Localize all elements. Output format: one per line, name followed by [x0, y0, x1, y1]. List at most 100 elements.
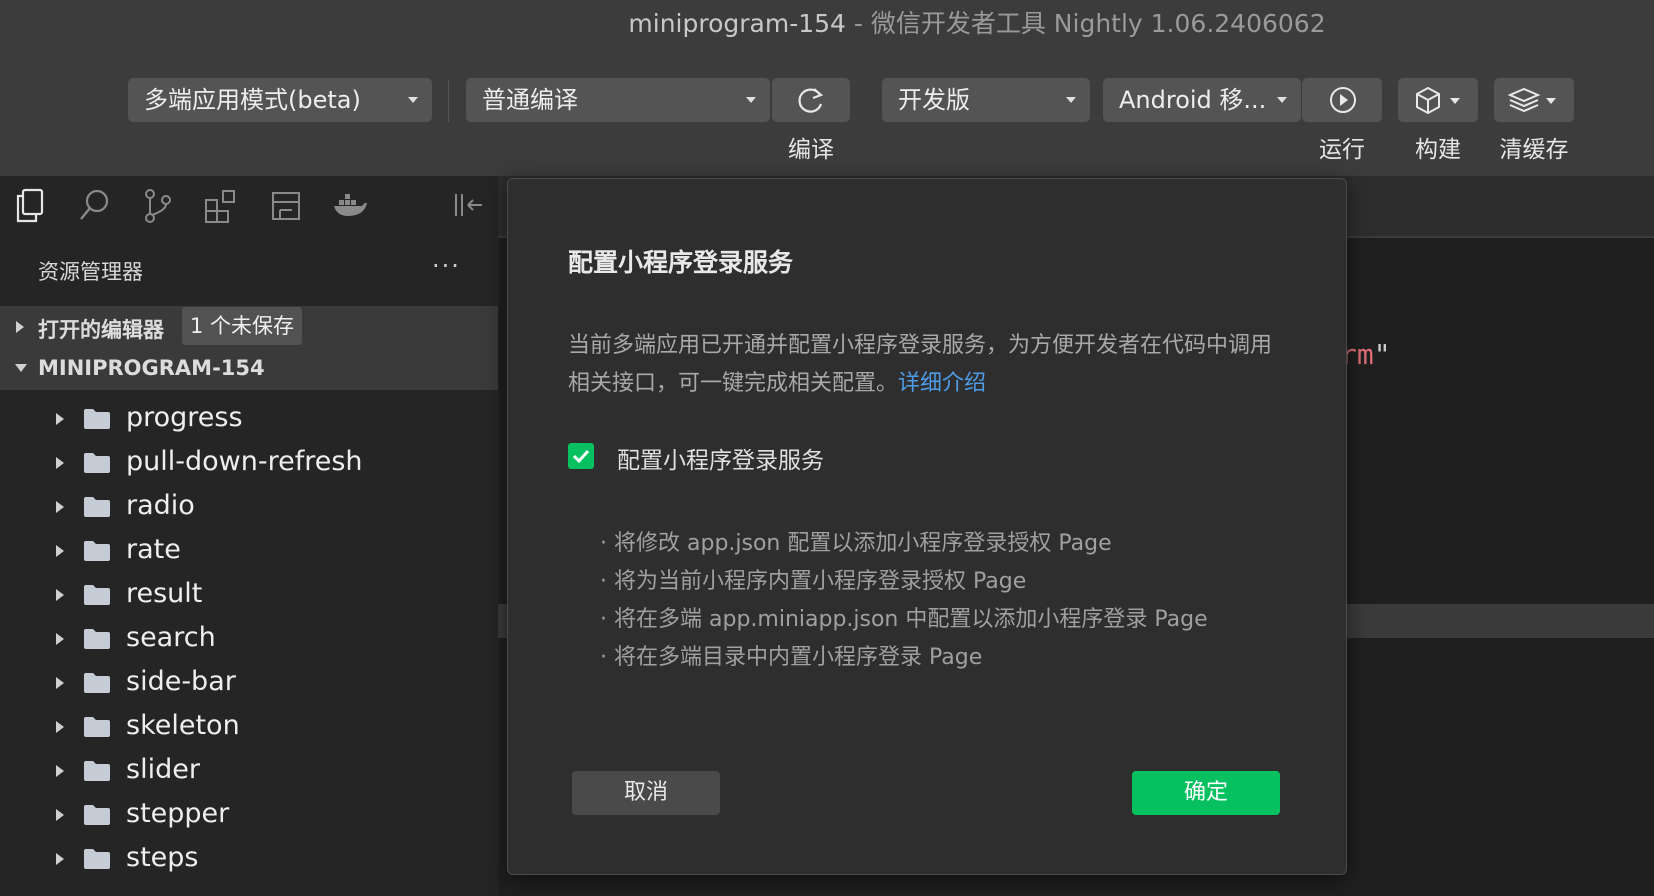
open-editors-label: 打开的编辑器: [38, 318, 164, 342]
app-title: - 微信开发者工具 Nightly 1.06.2406062: [845, 9, 1326, 38]
code-fragment: rm": [1340, 338, 1391, 371]
compile-button[interactable]: [772, 78, 850, 122]
checkbox-label: 配置小程序登录服务: [617, 448, 824, 474]
folder-name: pull-down-refresh: [126, 446, 363, 477]
change-item: 将为当前小程序内置小程序登录授权 Page: [600, 563, 1208, 601]
chevron-right-icon: [56, 501, 64, 513]
clear-cache-label: 清缓存: [1499, 137, 1569, 163]
folder-name: slider: [126, 754, 200, 785]
explorer-header: 资源管理器 ···: [0, 252, 498, 292]
build-label: 构建: [1415, 137, 1461, 163]
tree-item-folder[interactable]: radio: [0, 486, 498, 530]
folder-icon: [84, 453, 110, 473]
open-editors-section[interactable]: 打开的编辑器 1 个未保存: [0, 306, 498, 348]
folder-name: side-bar: [126, 666, 236, 697]
tree-item-folder[interactable]: pull-down-refresh: [0, 442, 498, 486]
chevron-right-icon: [56, 677, 64, 689]
folder-name: skeleton: [126, 710, 240, 741]
sidebar: 资源管理器 ··· 打开的编辑器 1 个未保存 MINIPROGRAM-154 …: [0, 176, 498, 896]
mode-dropdown[interactable]: 多端应用模式(beta): [128, 78, 432, 122]
change-item: 将修改 app.json 配置以添加小程序登录授权 Page: [600, 525, 1208, 563]
tree-item-folder[interactable]: rate: [0, 530, 498, 574]
tree-item-folder[interactable]: skeleton: [0, 706, 498, 750]
docker-icon[interactable]: [332, 188, 368, 224]
search-icon[interactable]: [78, 188, 110, 224]
folder-icon: [84, 585, 110, 605]
chevron-right-icon: [56, 589, 64, 601]
build-button[interactable]: [1398, 78, 1478, 122]
chevron-down-icon: [1277, 97, 1287, 103]
compile-mode-label: 普通编译: [482, 86, 578, 114]
folder-name: radio: [126, 490, 195, 521]
files-icon[interactable]: [14, 188, 46, 224]
chevron-right-icon: [56, 457, 64, 469]
details-link[interactable]: 详细介绍: [898, 371, 986, 396]
chevron-down-icon: [408, 97, 418, 103]
tree-item-folder[interactable]: progress: [0, 398, 498, 442]
tree-item-folder[interactable]: side-bar: [0, 662, 498, 706]
chevron-right-icon: [16, 321, 24, 333]
chevron-down-icon: [1066, 97, 1076, 103]
chevron-down-icon: [746, 97, 756, 103]
unsaved-badge: 1 个未保存: [182, 307, 303, 345]
change-item: 将在多端 app.miniapp.json 中配置以添加小程序登录 Page: [600, 601, 1208, 639]
checkmark-icon: [572, 449, 590, 464]
folder-icon: [84, 717, 110, 737]
project-root-section[interactable]: MINIPROGRAM-154: [0, 348, 498, 390]
folder-name: search: [126, 622, 216, 653]
tree-item-folder[interactable]: steps: [0, 838, 498, 882]
project-root-label: MINIPROGRAM-154: [38, 356, 265, 380]
title-toolbar: miniprogram-154 - 微信开发者工具 Nightly 1.06.2…: [0, 0, 1654, 176]
chevron-right-icon: [56, 809, 64, 821]
chevron-right-icon: [56, 545, 64, 557]
toolbar-divider: [448, 80, 449, 122]
folder-name: steps: [126, 842, 199, 873]
login-service-checkbox[interactable]: [568, 443, 594, 469]
compile-label: 编译: [788, 137, 834, 163]
device-label: Android 移...: [1119, 86, 1267, 114]
play-icon: [1330, 87, 1356, 113]
folder-icon: [84, 497, 110, 517]
device-dropdown[interactable]: Android 移...: [1103, 78, 1301, 122]
chevron-right-icon: [56, 853, 64, 865]
chevron-right-icon: [56, 721, 64, 733]
folder-icon: [84, 629, 110, 649]
tree-item-folder[interactable]: stepper: [0, 794, 498, 838]
cancel-button[interactable]: 取消: [572, 771, 720, 815]
clear-cache-button[interactable]: [1494, 78, 1574, 122]
refresh-icon: [798, 88, 824, 113]
confirm-button[interactable]: 确定: [1132, 771, 1280, 815]
version-label: 开发版: [898, 86, 970, 114]
folder-icon: [84, 849, 110, 869]
collapse-sidebar-icon[interactable]: [452, 188, 484, 224]
folder-name: rate: [126, 534, 181, 565]
window-title: miniprogram-154 - 微信开发者工具 Nightly 1.06.2…: [0, 6, 1654, 42]
version-dropdown[interactable]: 开发版: [882, 78, 1090, 122]
run-label: 运行: [1319, 137, 1365, 163]
activity-bar: [0, 176, 498, 236]
tree-item-folder[interactable]: search: [0, 618, 498, 662]
cube-icon: [1416, 86, 1460, 114]
folder-icon: [84, 409, 110, 429]
change-list: 将修改 app.json 配置以添加小程序登录授权 Page 将为当前小程序内置…: [600, 525, 1208, 677]
chevron-down-icon: [15, 364, 27, 372]
run-button[interactable]: [1302, 78, 1382, 122]
tree-item-folder[interactable]: result: [0, 574, 498, 618]
chevron-right-icon: [56, 765, 64, 777]
login-service-dialog: 配置小程序登录服务 当前多端应用已开通并配置小程序登录服务，为方便开发者在代码中…: [507, 178, 1347, 875]
source-control-icon[interactable]: [142, 188, 174, 224]
extensions-icon[interactable]: [204, 188, 238, 224]
explorer-title: 资源管理器: [38, 260, 143, 284]
folder-name: stepper: [126, 798, 230, 829]
folder-icon: [84, 761, 110, 781]
project-name: miniprogram-154: [628, 9, 846, 38]
tree-item-folder[interactable]: slider: [0, 750, 498, 794]
dialog-title: 配置小程序登录服务: [568, 248, 794, 277]
change-item: 将在多端目录中内置小程序登录 Page: [600, 639, 1208, 677]
dialog-description: 当前多端应用已开通并配置小程序登录服务，为方便开发者在代码中调用相关接口，可一键…: [568, 327, 1288, 403]
more-actions-icon[interactable]: ···: [432, 252, 461, 280]
code-quote: ": [1373, 338, 1391, 371]
folder-icon: [84, 673, 110, 693]
layout-icon[interactable]: [270, 188, 302, 224]
compile-mode-dropdown[interactable]: 普通编译: [466, 78, 770, 122]
